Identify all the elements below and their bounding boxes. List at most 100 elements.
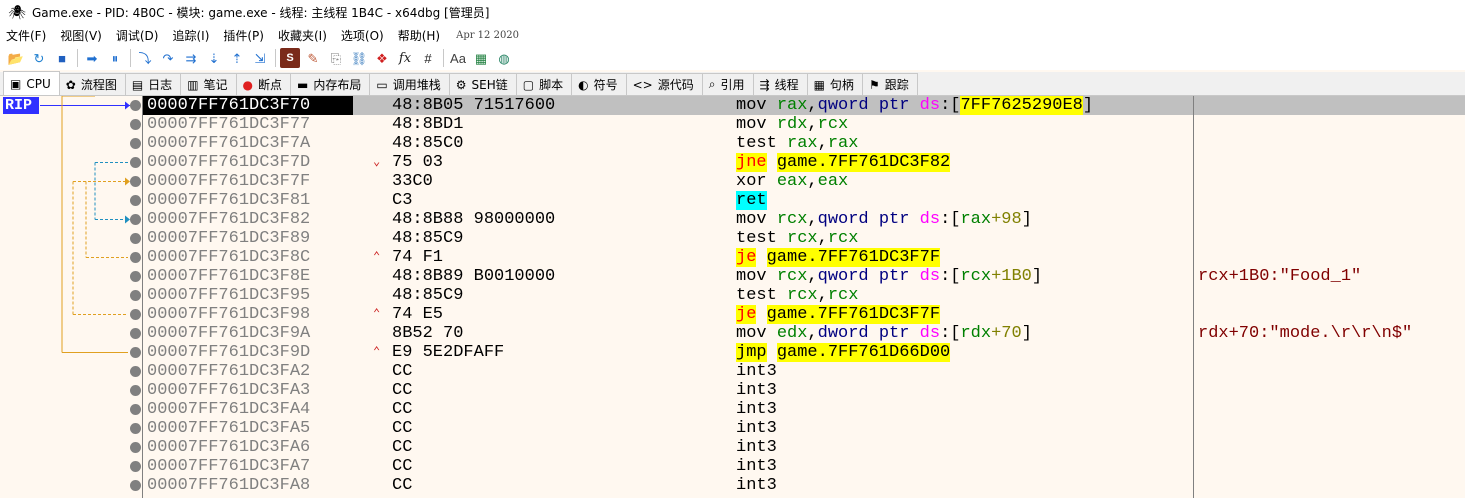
instruction-token: rax — [787, 134, 818, 153]
menu-item[interactable]: 视图(V) — [60, 27, 102, 44]
disasm-row[interactable]: 00007FF761DC3F98 74 E5 ⌃ je game.7FF761DC3F… — [143, 305, 1465, 324]
breakpoint-toggle[interactable] — [130, 233, 141, 244]
run-icon[interactable]: ➡ — [82, 48, 102, 68]
tab-item[interactable]: ▤ 日志 — [124, 73, 182, 95]
step-into-icon[interactable]: ⤵ — [135, 48, 155, 68]
breakpoint-toggle[interactable] — [130, 404, 141, 415]
breakpoint-toggle[interactable] — [130, 366, 141, 377]
disasm-row[interactable]: 00007FF761DC3FA3 CC int3 — [143, 381, 1465, 400]
disasm-row[interactable]: 00007FF761DC3F8E 48:8B89 B0010000 mov rcx,… — [143, 267, 1465, 286]
disasm-row[interactable]: 00007FF761DC3F82 48:8B88 98000000 mov rcx,… — [143, 210, 1465, 229]
hash-icon[interactable]: # — [418, 48, 438, 68]
bytes-cell: CC — [392, 381, 413, 400]
disasm-row[interactable]: 00007FF761DC3F70 48:8B05 71517600 mov rax,… — [143, 96, 1465, 115]
threads-icon: ⇶ — [759, 77, 770, 92]
tab-item[interactable]: ⌕ 引用 — [701, 73, 754, 95]
disasm-row[interactable]: 00007FF761DC3F81 C3 ret — [143, 191, 1465, 210]
run-to-user-code-icon[interactable]: ⇲ — [250, 48, 270, 68]
breakpoint-toggle[interactable] — [130, 252, 141, 263]
tab-label: 引用 — [720, 78, 745, 92]
breakpoint-toggle[interactable] — [130, 309, 141, 320]
menu-item[interactable]: 帮助(H) — [398, 27, 440, 44]
disasm-row[interactable]: 00007FF761DC3FA2 CC int3 — [143, 362, 1465, 381]
tab-item[interactable]: ▢ 脚本 — [515, 73, 573, 95]
stop-icon[interactable]: ■ — [52, 48, 72, 68]
tab-item[interactable]: ▭ 调用堆栈 — [369, 73, 450, 95]
disasm-row[interactable]: 00007FF761DC3F9A 8B52 70 mov edx,dword ptr… — [143, 324, 1465, 343]
tab-item[interactable]: ▦ 句柄 — [806, 73, 863, 95]
disasm-row[interactable]: 00007FF761DC3F89 48:85C9 test rcx,rcx — [143, 229, 1465, 248]
breakpoint-toggle[interactable] — [130, 442, 141, 453]
breakpoint-toggle[interactable] — [130, 138, 141, 149]
toolbar-separator — [443, 49, 444, 67]
tab-item[interactable]: ⚙ SEH链 — [448, 73, 517, 95]
breakpoint-toggle[interactable] — [130, 271, 141, 282]
bookmarks-icon[interactable]: ❖ — [372, 48, 392, 68]
disasm-row[interactable]: 00007FF761DC3F9D E9 5E2DFAFF ⌃ jmp game.7FF… — [143, 343, 1465, 362]
disasm-row[interactable]: 00007FF761DC3FA8 CC int3 — [143, 476, 1465, 495]
tab-item[interactable]: ● 断点 — [235, 73, 292, 95]
function-icon[interactable]: fx — [395, 48, 415, 68]
symbols-icon: ◐ — [578, 77, 589, 92]
step-over-icon[interactable]: ↷ — [158, 48, 178, 68]
column-separator — [1193, 96, 1194, 498]
font-icon[interactable]: Aa — [448, 48, 468, 68]
globe-icon[interactable]: ◍ — [494, 48, 514, 68]
disasm-row[interactable]: 00007FF761DC3FA6 CC int3 — [143, 438, 1465, 457]
disasm-row[interactable]: 00007FF761DC3F8C 74 F1 ⌃ je game.7FF761DC3F… — [143, 248, 1465, 267]
breakpoint-toggle[interactable] — [130, 480, 141, 491]
restart-icon[interactable]: ↻ — [29, 48, 49, 68]
breakpoint-toggle[interactable] — [130, 328, 141, 339]
tab-item[interactable]: ✿ 流程图 — [58, 73, 126, 95]
disasm-row[interactable]: 00007FF761DC3FA5 CC int3 — [143, 419, 1465, 438]
open-icon[interactable]: 📂 — [6, 48, 26, 68]
execute-till-return-icon[interactable]: ⇡ — [227, 48, 247, 68]
patch-icon[interactable]: ✎ — [303, 48, 323, 68]
bytes-cell: 48:85C9 — [392, 286, 464, 305]
menu-item[interactable]: 选项(O) — [341, 27, 384, 44]
breakpoint-toggle[interactable] — [130, 290, 141, 301]
disasm-row[interactable]: 00007FF761DC3F7A 48:85C0 test rax,rax — [143, 134, 1465, 153]
labels-icon[interactable]: ⛓ — [349, 48, 369, 68]
menu-item[interactable]: 调试(D) — [116, 27, 159, 44]
pause-icon[interactable]: ⏸ — [105, 48, 125, 68]
breakpoint-toggle[interactable] — [130, 195, 141, 206]
tab-item[interactable]: ◐ 符号 — [571, 73, 627, 95]
breakpoint-toggle[interactable] — [130, 385, 141, 396]
tab-item[interactable]: <> 源代码 — [625, 73, 703, 95]
instruction-token: test — [736, 229, 788, 248]
calculator-icon[interactable]: ▦ — [471, 48, 491, 68]
trace-over-icon[interactable]: ⇣ — [204, 48, 224, 68]
tab-item[interactable]: ⇶ 线程 — [752, 73, 808, 95]
breakpoint-toggle[interactable] — [130, 119, 141, 130]
breakpoint-toggle[interactable] — [130, 347, 141, 358]
breakpoint-toggle[interactable] — [130, 214, 141, 225]
disasm-row[interactable]: 00007FF761DC3F77 48:8BD1 mov rdx,rcx — [143, 115, 1465, 134]
tab-item[interactable]: ▬ 内存布局 — [290, 73, 371, 95]
menu-item[interactable]: 文件(F) — [6, 27, 46, 44]
breakpoint-toggle[interactable] — [130, 100, 141, 111]
disassembly-view[interactable]: RIP 00007FF761DC3F70 48:8B05 71517600 mov … — [0, 96, 1465, 498]
callstack-icon: ▭ — [376, 77, 388, 92]
comments-icon[interactable]: ⎘ — [326, 48, 346, 68]
disasm-row[interactable]: 00007FF761DC3F7D 75 03 ⌄ jne game.7FF761DC3… — [143, 153, 1465, 172]
tab-cpu[interactable]: ▣ CPU — [3, 71, 60, 95]
trace-into-icon[interactable]: ⇉ — [181, 48, 201, 68]
disasm-row[interactable]: 00007FF761DC3FA4 CC int3 — [143, 400, 1465, 419]
tab-item[interactable]: ▥ 笔记 — [180, 73, 237, 95]
breakpoint-toggle[interactable] — [130, 461, 141, 472]
disasm-row[interactable]: 00007FF761DC3F7F 33C0 xor eax,eax — [143, 172, 1465, 191]
scylla-icon[interactable]: S — [280, 48, 300, 68]
disasm-row[interactable]: 00007FF761DC3F95 48:85C9 test rcx,rcx — [143, 286, 1465, 305]
tab-item[interactable]: ⚑ 跟踪 — [861, 73, 918, 95]
menu-item[interactable]: 追踪(I) — [172, 27, 209, 44]
breakpoint-toggle[interactable] — [130, 176, 141, 187]
tab-label: 符号 — [593, 78, 618, 92]
menu-item[interactable]: 插件(P) — [223, 27, 264, 44]
breakpoint-toggle[interactable] — [130, 157, 141, 168]
instruction-token: game.7FF761DC3F7F — [766, 305, 941, 324]
disassembly-rows[interactable]: 00007FF761DC3F70 48:8B05 71517600 mov rax,… — [143, 96, 1465, 498]
menu-item[interactable]: 收藏夹(I) — [278, 27, 327, 44]
breakpoint-toggle[interactable] — [130, 423, 141, 434]
disasm-row[interactable]: 00007FF761DC3FA7 CC int3 — [143, 457, 1465, 476]
